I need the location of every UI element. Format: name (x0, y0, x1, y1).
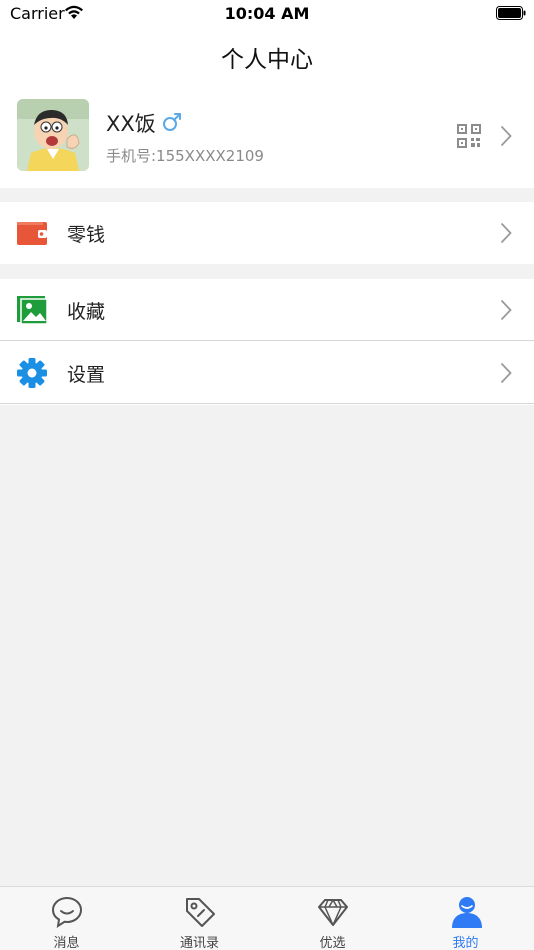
menu-label-favorites: 收藏 (67, 301, 106, 323)
status-bar: Carrier 10:04 AM (0, 0, 534, 28)
avatar-image (17, 99, 89, 171)
row-divider (0, 340, 534, 341)
battery-icon (496, 6, 526, 20)
tab-messages[interactable]: 消息 (0, 887, 133, 950)
chevron-right-icon (500, 222, 512, 244)
menu-card: 收藏 设置 (0, 279, 534, 405)
chevron-right-icon (500, 299, 512, 321)
profile-name: XX饭 (106, 112, 156, 136)
nav-bar: 个人中心 (0, 28, 534, 84)
profile-phone: 手机号:155XXXX2109 (106, 147, 264, 165)
gear-icon (17, 358, 47, 388)
tab-featured[interactable]: 优选 (266, 887, 399, 950)
profile-header[interactable]: XX饭 手机号:155XXXX2109 (0, 84, 534, 188)
menu-item-settings[interactable]: 设置 (0, 342, 534, 404)
menu-label-settings: 设置 (67, 364, 106, 386)
menu-item-favorites[interactable]: 收藏 (0, 279, 534, 341)
favorites-picture-icon (17, 296, 48, 325)
tab-contacts[interactable]: 通讯录 (133, 887, 266, 950)
avatar[interactable] (17, 99, 89, 171)
tab-me[interactable]: 我的 (399, 887, 534, 950)
chevron-right-icon (500, 362, 512, 384)
chat-bubble-icon (51, 896, 82, 929)
chevron-right-icon (500, 125, 512, 147)
page-title: 个人中心 (221, 47, 313, 73)
tag-icon (185, 898, 215, 927)
tab-label-featured: 优选 (319, 936, 346, 950)
diamond-icon (317, 899, 348, 926)
wallet-icon (17, 222, 47, 245)
row-divider (0, 403, 534, 404)
user-icon (451, 897, 482, 928)
menu-label-wallet: 零钱 (67, 224, 106, 246)
tab-label-me: 我的 (452, 936, 479, 950)
tab-label-messages: 消息 (53, 936, 80, 950)
wallet-card: 零钱 (0, 202, 534, 264)
qr-code-icon[interactable] (457, 124, 481, 148)
male-gender-icon (163, 113, 181, 131)
tab-label-contacts: 通讯录 (179, 936, 219, 950)
status-time: 10:04 AM (224, 4, 310, 23)
tab-bar: 消息 通讯录 优选 我的 (0, 886, 534, 950)
menu-item-wallet[interactable]: 零钱 (0, 202, 534, 264)
